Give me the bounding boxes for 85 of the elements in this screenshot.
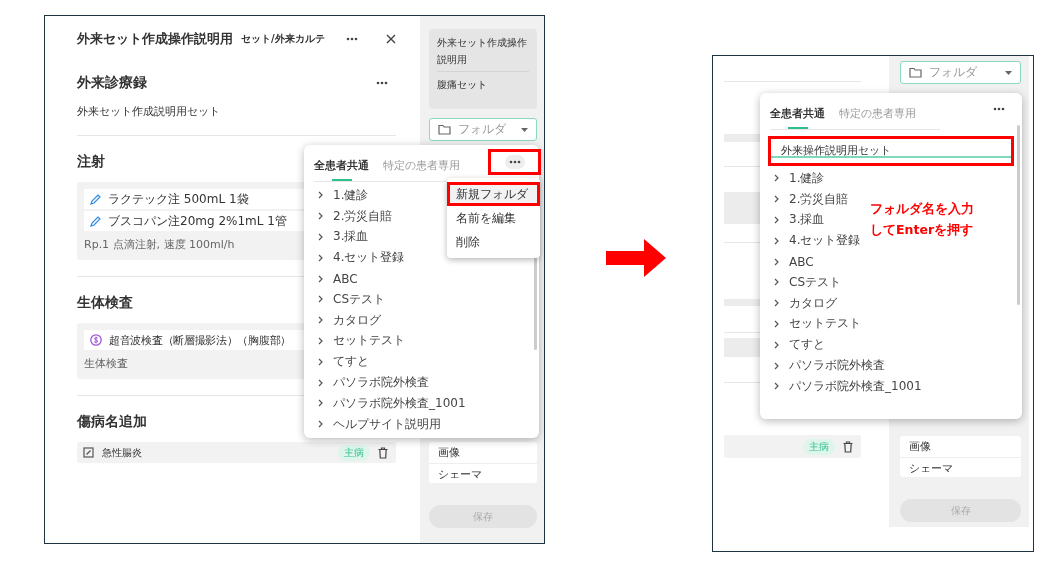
- folder-item[interactable]: てすと: [318, 351, 369, 373]
- chevron-icon: [318, 253, 323, 262]
- window-title: 外来セット作成操作説明用: [77, 30, 233, 48]
- close-icon[interactable]: [386, 34, 396, 44]
- set-item[interactable]: 外来セット作成操作説明用: [437, 33, 529, 71]
- folder-item[interactable]: パソラボ院外検査_1001: [774, 375, 922, 397]
- chevron-icon: [318, 212, 323, 221]
- more-icon: [508, 160, 521, 164]
- menu-item[interactable]: 新規フォルダ: [447, 182, 540, 206]
- arrow-icon: [606, 239, 666, 277]
- tab[interactable]: 全患者共通: [314, 155, 369, 182]
- exam-note: 生体検査: [84, 356, 128, 371]
- chevron-icon: [318, 191, 323, 200]
- main-disease-badge: 主病: [803, 438, 835, 455]
- set-item[interactable]: 腹痛セット: [437, 71, 529, 96]
- breadcrumb: セット/外来カルテ: [241, 32, 325, 46]
- menu-item[interactable]: 名前を編集: [447, 206, 540, 230]
- section-title: 外来診療録: [77, 74, 147, 92]
- folder-item[interactable]: カタログ: [318, 309, 381, 331]
- pencil-icon: [90, 193, 101, 205]
- chevron-icon: [774, 361, 779, 370]
- edit-note-icon: [83, 447, 94, 458]
- chevron-icon: [318, 420, 323, 429]
- diagnosis-row[interactable]: 急性腸炎 主病: [77, 442, 396, 463]
- folder-item[interactable]: パソラボ院外検査: [318, 372, 429, 393]
- more-icon: [993, 107, 1005, 111]
- folder-item[interactable]: カタログ: [774, 292, 837, 314]
- more-button[interactable]: [488, 149, 541, 175]
- trash-icon[interactable]: [378, 446, 388, 459]
- chevron-icon: [774, 174, 779, 183]
- chevron-icon: [774, 382, 779, 391]
- chevron-icon: [318, 274, 323, 283]
- coin-icon: [90, 334, 102, 346]
- section-title: 注射: [77, 153, 105, 171]
- folder-item[interactable]: 1.健診: [774, 168, 825, 189]
- chevron-icon: [774, 299, 779, 308]
- annotation-text: フォルダ名を入力: [870, 200, 974, 218]
- pencil-icon: [90, 215, 101, 227]
- folder-item[interactable]: CSテスト: [318, 289, 385, 310]
- list-item[interactable]: シェーマ: [900, 456, 1021, 477]
- folder-icon: [438, 124, 451, 135]
- folder-item[interactable]: セットテスト: [774, 313, 861, 335]
- chevron-icon: [318, 233, 323, 241]
- main-disease-badge: 主病: [338, 444, 370, 461]
- menu-item[interactable]: 削除: [447, 230, 540, 254]
- folder-item[interactable]: 3.採血: [774, 209, 825, 231]
- folder-item[interactable]: ABC: [774, 251, 814, 272]
- folder-icon: [909, 67, 922, 78]
- chevron-icon: [318, 357, 323, 366]
- record-text: 外来セット作成説明用セット: [77, 105, 221, 119]
- folder-name-field[interactable]: 外来操作説明用セット: [768, 136, 1014, 166]
- folder-item[interactable]: ABC: [318, 268, 358, 289]
- folder-item[interactable]: ヘルプサイト説明用: [318, 413, 441, 435]
- chevron-icon: [318, 295, 323, 304]
- chevron-icon: [774, 257, 779, 266]
- folder-item[interactable]: パソラボ院外検査_1001: [318, 392, 466, 414]
- more-icon: [346, 37, 358, 41]
- chevron-icon: [318, 316, 323, 325]
- more-icon: [376, 81, 388, 85]
- chevron-icon: [318, 378, 323, 387]
- list-item[interactable]: シェーマ: [429, 462, 537, 483]
- chevron-icon: [774, 236, 779, 245]
- tab[interactable]: 全患者共通: [770, 103, 825, 130]
- annotation-text: してEnterを押す: [870, 221, 974, 239]
- folder-item[interactable]: パソラボ院外検査: [774, 355, 885, 376]
- order-note: Rp.1 点滴注射, 速度 100ml/h: [84, 237, 235, 252]
- folder-item[interactable]: CSテスト: [774, 272, 841, 293]
- folder-item[interactable]: てすと: [774, 334, 825, 356]
- folder-item[interactable]: 4.セット登録: [774, 230, 861, 252]
- chevron-icon: [318, 399, 323, 408]
- list-item[interactable]: 画像: [429, 442, 537, 463]
- chevron-icon: [774, 340, 779, 349]
- chevron-icon: [774, 278, 779, 287]
- folder-item[interactable]: 2.労災自賠: [774, 188, 849, 210]
- trash-icon[interactable]: [843, 440, 853, 453]
- chevron-icon: [774, 216, 779, 224]
- chevron-icon: [774, 319, 779, 328]
- chevron-icon: [318, 336, 323, 345]
- section-title: 生体検査: [77, 294, 133, 312]
- caret-icon: [1005, 70, 1012, 75]
- section-title: 傷病名追加: [77, 413, 147, 431]
- folder-item[interactable]: 4.セット登録: [318, 247, 405, 269]
- list-item[interactable]: 画像: [900, 436, 1021, 457]
- chevron-icon: [774, 195, 779, 204]
- caret-icon: [521, 127, 528, 132]
